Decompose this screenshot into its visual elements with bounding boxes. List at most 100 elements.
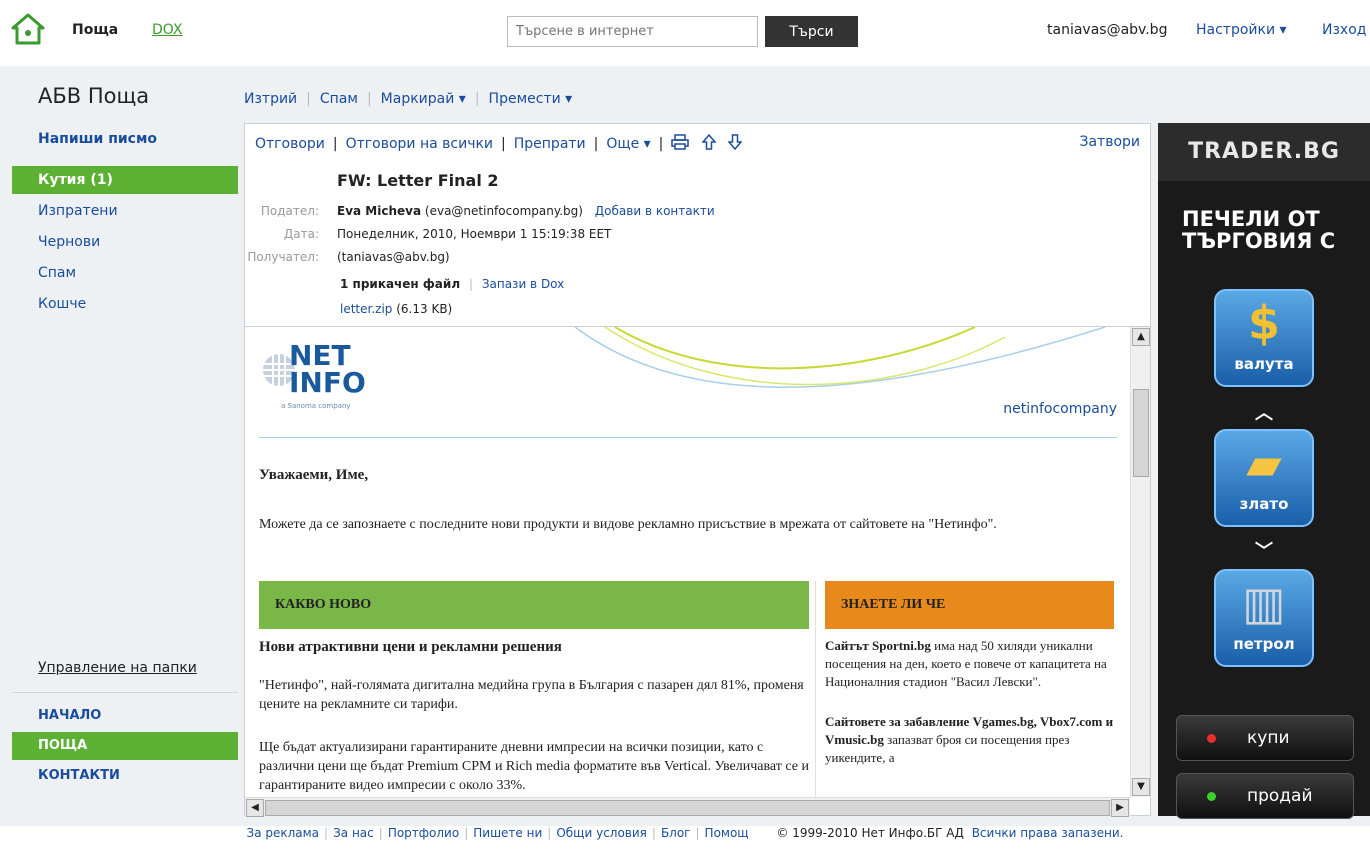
folder-sent[interactable]: Изпратени xyxy=(12,197,238,225)
gold-bar-icon: ▰ xyxy=(1246,436,1282,490)
sell-button[interactable]: продай xyxy=(1176,773,1354,819)
ad-tagline: ПЕЧЕЛИ ОТ ТЪРГОВИЯ С xyxy=(1182,208,1335,252)
footer-link-terms[interactable]: Общи условия xyxy=(556,826,647,840)
compose-button[interactable]: Напиши писмо xyxy=(38,131,157,147)
tile-label: валута xyxy=(1234,355,1294,373)
search-button[interactable]: Търси xyxy=(765,16,858,47)
home-icon[interactable] xyxy=(10,12,46,46)
netinfo-logo: NET INFO a Sanoma company xyxy=(259,342,389,424)
fact-item: Сайтът Sportni.bg има над 50 хиляди уник… xyxy=(825,637,1114,691)
logo-text-info: INFO xyxy=(289,366,366,399)
vertical-scrollbar[interactable]: ▲ ▼ xyxy=(1130,327,1150,797)
chevron-down-icon[interactable]: ﹀ xyxy=(1254,537,1274,563)
news-paragraph: "Нетинфо", най-голямата дигитална медийн… xyxy=(259,678,804,712)
dox-link[interactable]: DOX xyxy=(152,22,183,38)
nav-contacts[interactable]: КОНТАКТИ xyxy=(12,762,238,790)
footer-link-blog[interactable]: Блог xyxy=(661,826,691,840)
folder-trash[interactable]: Кошче xyxy=(12,290,238,318)
sender-name: Eva Micheva xyxy=(337,204,422,218)
close-message-button[interactable]: Затвори xyxy=(1079,134,1140,150)
scroll-left-icon[interactable]: ◀ xyxy=(246,799,264,817)
chevron-up-icon[interactable]: ︿ xyxy=(1254,399,1274,425)
facts-column: ЗНАЕТЕ ЛИ ЧЕ Сайтът Sportni.bg има над 5… xyxy=(825,581,1114,767)
attachment-count: 1 прикачен файл xyxy=(340,277,461,291)
horizontal-scroll-thumb[interactable] xyxy=(265,800,1110,816)
scroll-down-icon[interactable]: ▼ xyxy=(1132,778,1150,796)
folder-spam[interactable]: Спам xyxy=(12,259,238,287)
buy-button[interactable]: купи xyxy=(1176,715,1354,761)
fact-title: Сайтът Sportni.bg xyxy=(825,638,931,653)
news-title: Нови атрактивни цени и рекламни решения xyxy=(259,639,562,655)
scroll-up-icon[interactable]: ▲ xyxy=(1132,328,1150,346)
to-label: Получател: xyxy=(247,250,319,264)
reply-all-button[interactable]: Отговори на всички xyxy=(346,136,493,152)
print-icon[interactable] xyxy=(671,134,690,154)
footer-link-about[interactable]: За нас xyxy=(333,826,374,840)
trader-ad-banner[interactable]: TRADER.BG ПЕЧЕЛИ ОТ ТЪРГОВИЯ С $ валута … xyxy=(1158,123,1370,819)
next-message-icon[interactable] xyxy=(727,134,743,154)
separator: | xyxy=(464,826,469,840)
more-menu[interactable]: Още ▾ xyxy=(606,136,650,152)
footer-link-help[interactable]: Помощ xyxy=(705,826,749,840)
separator: | xyxy=(378,826,383,840)
folder-inbox[interactable]: Кутия (1) xyxy=(12,166,238,194)
scroll-right-icon[interactable]: ▶ xyxy=(1111,799,1129,817)
delete-button[interactable]: Изтрий xyxy=(244,91,297,107)
logout-link[interactable]: Изход xyxy=(1322,22,1366,38)
vertical-scroll-thumb[interactable] xyxy=(1133,389,1149,477)
attachment-size: (6.13 KB) xyxy=(396,302,453,316)
red-dot-icon xyxy=(1207,734,1216,743)
header-divider xyxy=(259,437,1117,438)
footer-link-contact[interactable]: Пишете ни xyxy=(473,826,542,840)
gold-tile[interactable]: ▰ злато xyxy=(1214,429,1314,527)
email-greeting: Уважаеми, Име, xyxy=(259,467,369,483)
mail-toolbar: Изтрий | Спам | Маркирай ▾ | Премести ▾ xyxy=(244,91,572,111)
oil-tile[interactable]: ▥ петрол xyxy=(1214,569,1314,667)
top-bar: Поща DOX Търси taniavas@abv.bg Настройки… xyxy=(0,0,1370,66)
from-field: Eva Micheva (eva@netinfocompany.bg) Доба… xyxy=(337,204,715,218)
separator: | xyxy=(501,136,506,152)
footer: За реклама | За нас | Портфолио | Пишете ни | Об… xyxy=(0,826,1370,848)
add-contact-link[interactable]: Добави в контакти xyxy=(595,204,715,218)
settings-menu[interactable]: Настройки ▾ xyxy=(1196,22,1287,38)
reply-button[interactable]: Отговори xyxy=(255,136,325,152)
email-body-frame: NET INFO a Sanoma company netinfocompany… xyxy=(245,326,1150,817)
nav-mail[interactable]: ПОЩА xyxy=(12,732,238,760)
message-panel: Отговори | Отговори на всички | Препрати | Още… xyxy=(244,123,1151,817)
spam-button[interactable]: Спам xyxy=(320,91,358,107)
attachment-bar: 1 прикачен файл | Запази в Dox xyxy=(340,277,564,291)
logo-subtitle: a Sanoma company xyxy=(281,402,351,410)
separator: | xyxy=(658,136,664,152)
brand-title: АБВ Поща xyxy=(38,84,150,108)
save-to-dox-link[interactable]: Запази в Dox xyxy=(482,277,564,291)
copyright-text: © 1999-2010 Нет Инфо.БГ АД xyxy=(776,826,964,840)
mark-menu[interactable]: Маркирай ▾ xyxy=(381,91,466,107)
footer-link-ads[interactable]: За реклама xyxy=(247,826,320,840)
date-value: Понеделник, 2010, Ноември 1 15:19:38 EET xyxy=(337,227,612,241)
folder-drafts[interactable]: Чернови xyxy=(12,228,238,256)
date-label: Дата: xyxy=(283,227,319,241)
tile-label: петрол xyxy=(1233,635,1295,653)
forward-button[interactable]: Препрати xyxy=(514,136,586,152)
message-subject: FW: Letter Final 2 xyxy=(337,171,499,190)
from-label: Подател: xyxy=(260,204,319,218)
sell-label: продай xyxy=(1247,786,1313,806)
previous-message-icon[interactable] xyxy=(701,133,717,154)
footer-link-portfolio[interactable]: Портфолио xyxy=(388,826,459,840)
move-menu[interactable]: Премести ▾ xyxy=(489,91,573,107)
separator: | xyxy=(695,826,700,840)
app-name[interactable]: Поща xyxy=(72,22,118,38)
nav-home[interactable]: НАЧАЛО xyxy=(12,702,238,730)
separator: | xyxy=(474,91,480,107)
user-email: taniavas@abv.bg xyxy=(1047,22,1168,38)
rights-link[interactable]: Всички права запазени. xyxy=(972,826,1124,840)
search-input[interactable] xyxy=(507,16,758,47)
email-content: NET INFO a Sanoma company netinfocompany… xyxy=(259,327,1117,797)
horizontal-scrollbar[interactable]: ◀ ▶ xyxy=(245,797,1130,817)
email-intro: Можете да се запознаете с последните нов… xyxy=(259,517,997,532)
message-actions: Отговори | Отговори на всички | Препрати | Още… xyxy=(255,133,743,154)
attachment-link[interactable]: letter.zip xyxy=(340,302,392,316)
manage-folders-link[interactable]: Управление на папки xyxy=(38,660,197,676)
currency-tile[interactable]: $ валута xyxy=(1214,289,1314,387)
ad-tagline-line: ПЕЧЕЛИ ОТ xyxy=(1182,207,1320,231)
